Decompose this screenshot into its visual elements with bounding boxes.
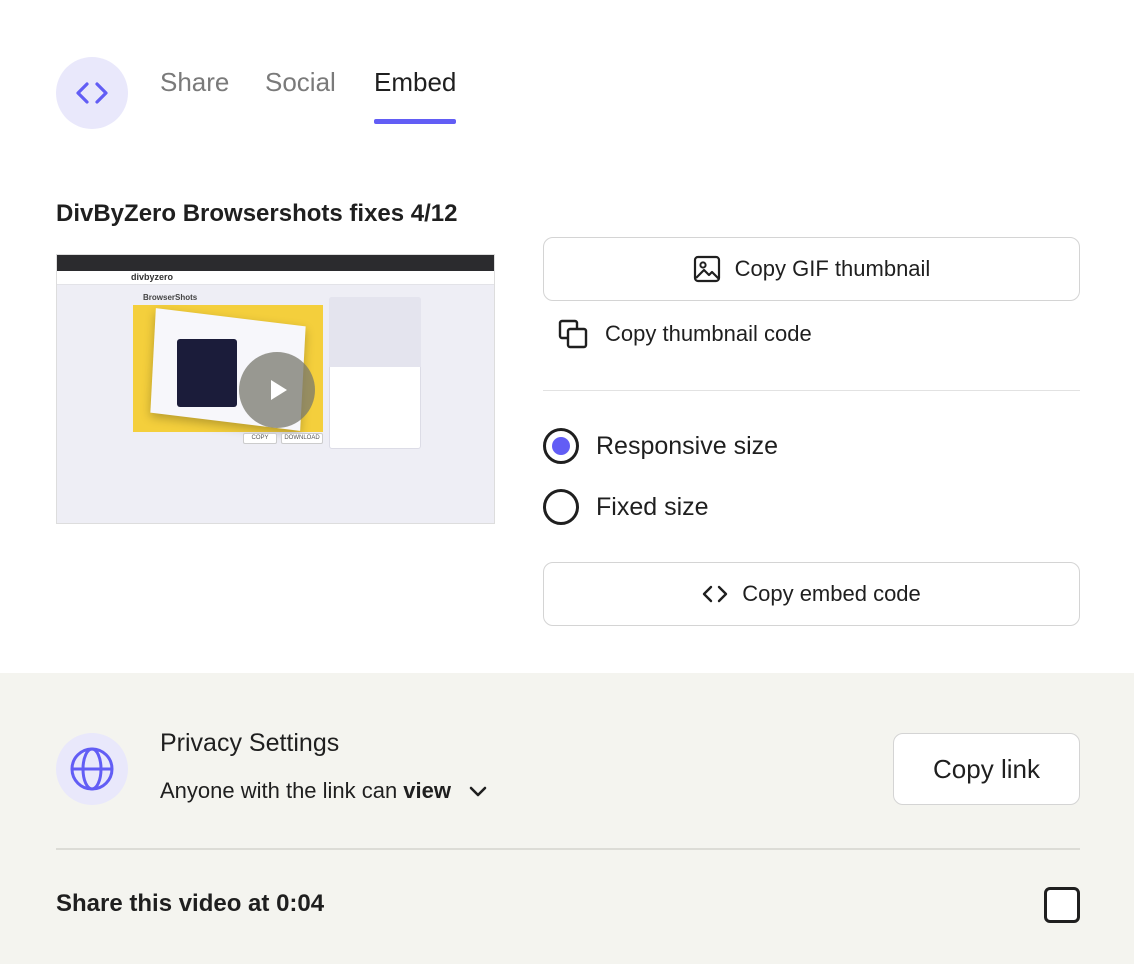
video-title: DivByZero Browsershots fixes 4/12 <box>56 200 458 227</box>
thumbnail-page-title: BrowserShots <box>143 293 198 302</box>
copy-gif-thumbnail-button[interactable]: Copy GIF thumbnail <box>543 237 1080 301</box>
fixed-size-label: Fixed size <box>596 492 709 521</box>
fixed-size-option[interactable]: Fixed size <box>543 489 709 525</box>
thumbnail-side-panel-header <box>329 297 421 367</box>
share-at-time-checkbox[interactable] <box>1044 887 1080 923</box>
tab-embed[interactable]: Embed <box>374 64 457 126</box>
privacy-section: Privacy Settings Anyone with the link ca… <box>0 673 1134 964</box>
section-divider <box>543 390 1080 391</box>
globe-icon <box>70 747 114 791</box>
video-thumbnail[interactable]: divbyzero BrowserShots COPY DOWNLOAD <box>56 254 495 524</box>
privacy-settings-title: Privacy Settings <box>160 729 340 757</box>
copy-icon <box>558 319 588 349</box>
play-icon <box>271 380 287 400</box>
image-icon <box>693 255 720 283</box>
responsive-size-option[interactable]: Responsive size <box>543 428 778 464</box>
code-brackets-icon <box>76 82 108 104</box>
copy-thumbnail-code-label: Copy thumbnail code <box>605 321 812 346</box>
globe-icon-badge <box>56 733 128 805</box>
chevron-down-icon <box>469 786 487 797</box>
share-at-time-label: Share this video at 0:04 <box>56 890 325 917</box>
responsive-size-radio[interactable] <box>543 428 579 464</box>
thumbnail-app-logo: divbyzero <box>131 272 174 282</box>
copy-gif-thumbnail-label: Copy GIF thumbnail <box>734 256 931 281</box>
embed-header-icon-badge <box>56 57 128 129</box>
thumbnail-copy-button: COPY <box>243 433 277 444</box>
responsive-size-label: Responsive size <box>596 431 779 460</box>
copy-embed-code-button[interactable]: Copy embed code <box>543 562 1080 626</box>
copy-link-button[interactable]: Copy link <box>893 733 1080 805</box>
thumbnail-inner-card <box>177 339 237 407</box>
privacy-permission-prefix: Anyone with the link can <box>160 778 398 803</box>
tab-social[interactable]: Social <box>265 64 336 126</box>
tab-share[interactable]: Share <box>160 64 229 126</box>
code-brackets-icon <box>703 585 728 603</box>
thumbnail-download-button: DOWNLOAD <box>281 433 323 444</box>
copy-thumbnail-code-button[interactable]: Copy thumbnail code <box>557 316 812 352</box>
fixed-size-radio[interactable] <box>543 489 579 525</box>
privacy-permission-value: view <box>403 778 451 803</box>
bottom-divider <box>56 848 1080 850</box>
privacy-permission-dropdown[interactable]: Anyone with the link can view <box>160 778 491 804</box>
thumbnail-browser-bar <box>57 255 494 271</box>
play-button[interactable] <box>239 352 315 428</box>
copy-embed-code-label: Copy embed code <box>742 581 921 606</box>
thumbnail-app-bar <box>57 271 494 285</box>
